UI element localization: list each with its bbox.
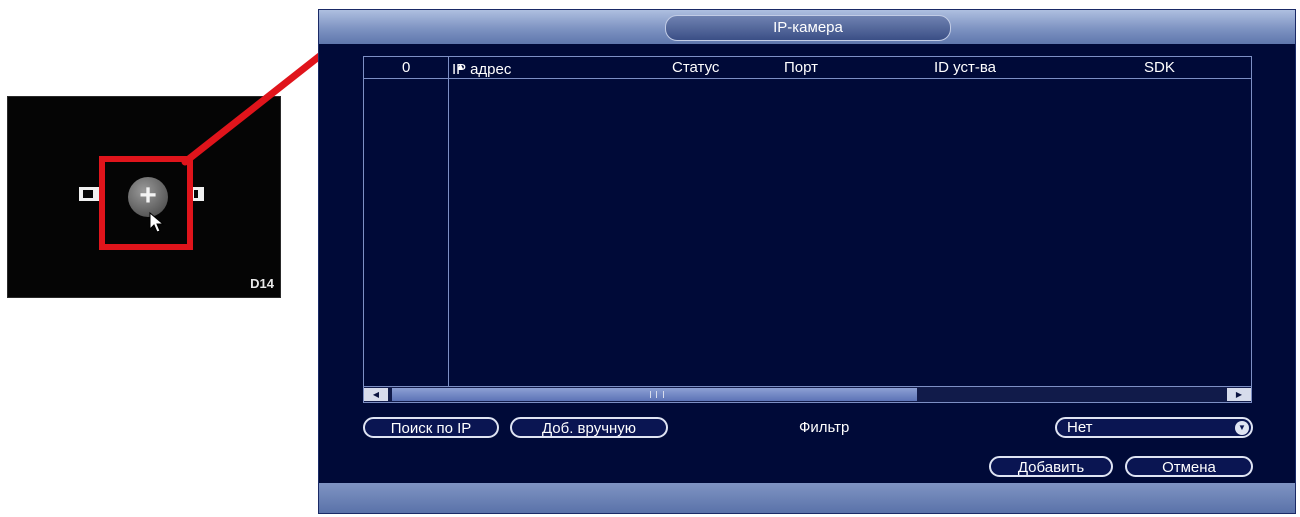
manual-add-button[interactable]: Доб. вручную: [510, 417, 668, 438]
chevron-down-icon: ▼: [1235, 421, 1249, 435]
sort-ascending-icon: ▲: [456, 61, 465, 71]
search-by-ip-button[interactable]: Поиск по IP: [363, 417, 499, 438]
scroll-left-icon[interactable]: ◀: [364, 388, 388, 401]
channel-label: D14: [250, 276, 274, 291]
scroll-right-icon[interactable]: ▶: [1227, 388, 1251, 401]
grip-icon: [650, 391, 664, 398]
column-device-id[interactable]: ID уст-ва: [934, 59, 996, 76]
bottom-bar: [319, 483, 1295, 513]
horizontal-scrollbar[interactable]: ◀ ▶: [364, 386, 1251, 402]
cancel-button[interactable]: Отмена: [1125, 456, 1253, 477]
column-port[interactable]: Порт: [784, 59, 818, 76]
column-divider: [448, 57, 449, 402]
title-bar: IP-камера: [319, 10, 1295, 44]
column-index[interactable]: 0: [402, 59, 410, 76]
dialog-title: IP-камера: [665, 15, 951, 41]
column-sdk[interactable]: SDK: [1144, 59, 1175, 76]
add-button[interactable]: Добавить: [989, 456, 1113, 477]
device-table: 0 IP адрес ▲ Статус Порт ID уст-ва SDK ◀ …: [363, 56, 1252, 403]
column-status[interactable]: Статус: [672, 59, 719, 76]
ip-camera-dialog: IP-камера 0 IP адрес ▲ Статус Порт ID уст…: [318, 9, 1296, 514]
filter-label: Фильтр: [799, 419, 850, 436]
filter-value: Нет: [1067, 419, 1093, 436]
filter-select[interactable]: Нет ▼: [1055, 417, 1253, 438]
table-header: 0 IP адрес ▲ Статус Порт ID уст-ва SDK: [364, 57, 1251, 79]
scroll-thumb[interactable]: [392, 388, 917, 401]
